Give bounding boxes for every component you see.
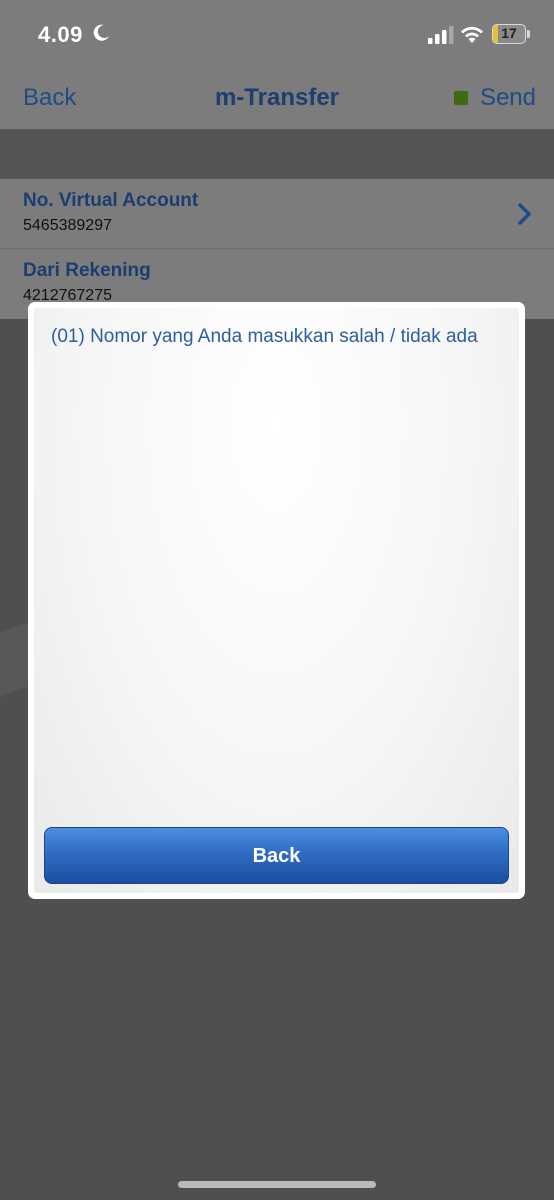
virtual-account-value: 5465389297: [23, 217, 112, 234]
source-account-label: Dari Rekening: [23, 260, 151, 281]
send-button-label: Send: [479, 84, 536, 111]
error-dialog: (01) Nomor yang Anda masukkan salah / ti…: [28, 302, 525, 899]
dialog-body: (01) Nomor yang Anda masukkan salah / ti…: [34, 308, 519, 893]
transfer-form: No. Virtual Account 5465389297 Dari Reke…: [0, 179, 554, 319]
virtual-account-label: No. Virtual Account: [23, 190, 199, 211]
error-message: (01) Nomor yang Anda masukkan salah / ti…: [51, 326, 478, 347]
battery-tip: [527, 30, 530, 38]
chevron-right-icon: [518, 203, 531, 225]
dialog-back-button[interactable]: Back: [44, 827, 509, 884]
moon-icon: [93, 24, 109, 41]
cellular-signal-icon: [428, 26, 454, 44]
status-bar: 4.09 17: [0, 0, 554, 70]
battery-level: 17: [501, 25, 517, 41]
section-spacer: [0, 129, 554, 179]
battery-icon: 17: [492, 24, 526, 44]
status-time: 4.09: [38, 22, 83, 47]
navigation-bar: Back m-Transfer Send: [0, 70, 554, 129]
send-button[interactable]: Send: [453, 84, 536, 112]
wifi-icon: [461, 26, 483, 43]
virtual-account-row[interactable]: No. Virtual Account 5465389297: [0, 179, 554, 249]
send-indicator-icon: [453, 91, 468, 105]
home-indicator[interactable]: [178, 1181, 376, 1188]
